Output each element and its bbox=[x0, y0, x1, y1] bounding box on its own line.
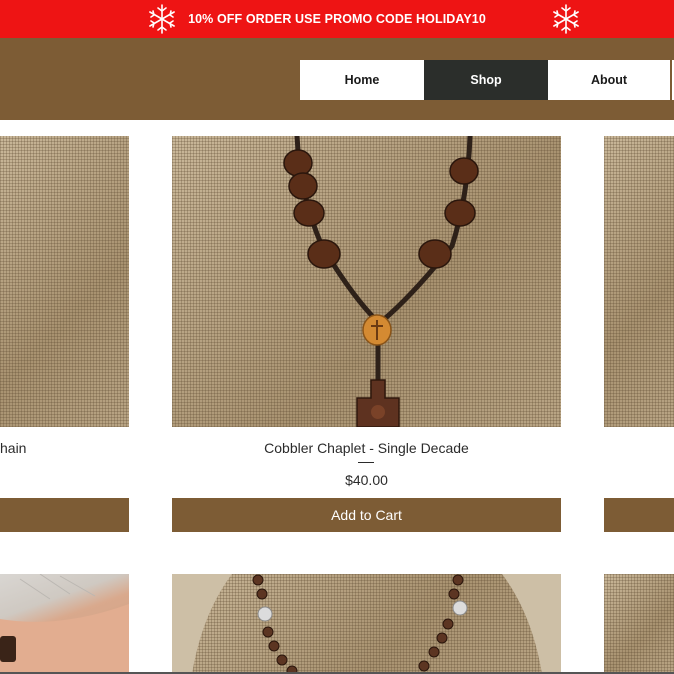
product-price: $40.00 bbox=[345, 472, 388, 488]
add-to-cart-button[interactable] bbox=[604, 498, 674, 532]
product-image-bracelet[interactable] bbox=[0, 574, 129, 674]
nav-shop[interactable]: Shop bbox=[424, 60, 548, 100]
product-title[interactable]: hain bbox=[0, 440, 26, 456]
nav-about[interactable]: About bbox=[548, 60, 672, 100]
nav-home[interactable]: Home bbox=[300, 60, 424, 100]
add-to-cart-button[interactable] bbox=[0, 498, 129, 532]
add-to-cart-button[interactable]: Add to Cart bbox=[172, 498, 561, 532]
bracelet-photo bbox=[0, 574, 129, 674]
chaplet-photo bbox=[283, 136, 479, 427]
product-image-right[interactable] bbox=[604, 136, 674, 427]
title-divider bbox=[358, 462, 374, 463]
snowflake-icon bbox=[553, 4, 579, 34]
product-image-chaplet[interactable] bbox=[172, 136, 561, 427]
product-image-left[interactable] bbox=[0, 136, 129, 427]
necklace-photo bbox=[172, 574, 561, 674]
promo-banner: 10% OFF ORDER USE PROMO CODE HOLIDAY10 bbox=[0, 0, 674, 38]
product-title[interactable]: Cobbler Chaplet - Single Decade bbox=[172, 440, 561, 456]
product-image-necklace[interactable] bbox=[172, 574, 561, 674]
product-image-right-2[interactable] bbox=[604, 574, 674, 674]
main-nav: Home Shop About bbox=[300, 60, 674, 100]
